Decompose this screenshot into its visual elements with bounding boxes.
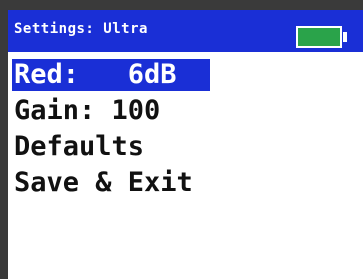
header-bar: Settings: Ultra <box>8 10 363 52</box>
menu-item-gain[interactable]: Gain: 100 <box>12 95 162 127</box>
battery-icon <box>296 26 347 48</box>
menu-item-save-exit[interactable]: Save & Exit <box>12 167 195 199</box>
lcd-screen: Settings: Ultra Red: 6dB Gain: 100 Defau… <box>8 10 363 279</box>
page-title: Settings: Ultra <box>14 21 148 37</box>
battery-tip <box>343 32 347 42</box>
menu-item-defaults[interactable]: Defaults <box>12 131 146 163</box>
menu-item-red[interactable]: Red: 6dB <box>12 59 210 91</box>
battery-body <box>296 26 342 48</box>
device-bezel: Settings: Ultra Red: 6dB Gain: 100 Defau… <box>0 0 363 279</box>
battery-fill <box>298 28 340 46</box>
